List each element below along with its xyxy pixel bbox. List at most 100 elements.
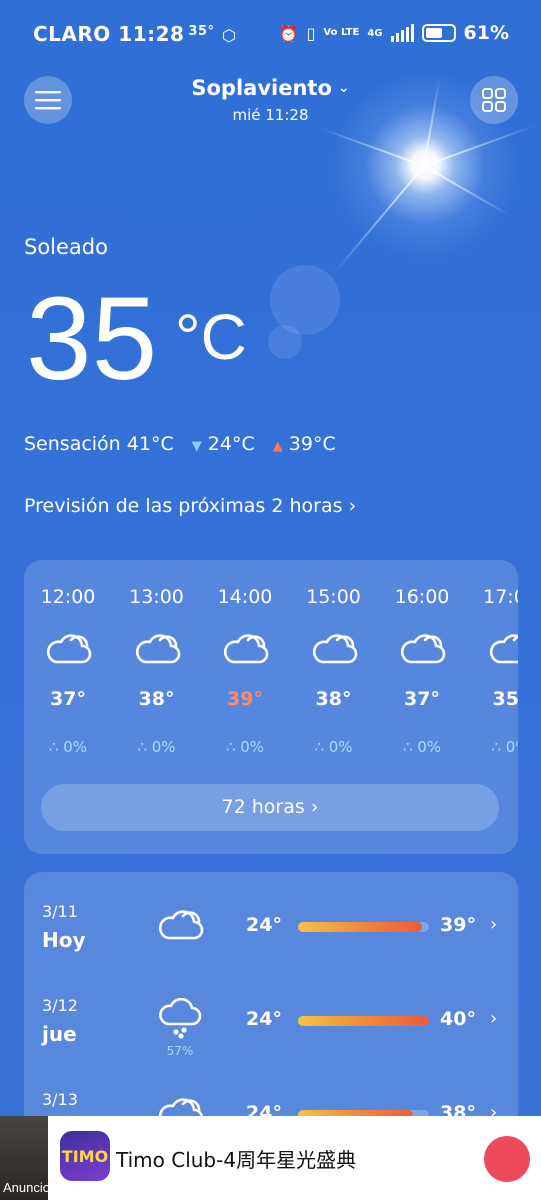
day-precip-chance: 57% — [166, 1044, 194, 1058]
ad-action-button[interactable] — [484, 1136, 530, 1182]
city-name: Soplaviento — [191, 76, 332, 100]
hour-time: 15:00 — [306, 586, 361, 608]
alarm-icon: ⏰ — [278, 23, 299, 43]
hour-column: 14:00 39° ∴ 0% — [201, 560, 289, 780]
hour-precip-value: 0% — [417, 738, 442, 756]
hour-precip: ∴ 0% — [113, 738, 201, 756]
current-condition: Soleado — [24, 235, 108, 259]
ad-banner[interactable]: Anuncios TIMO Timo Club-4周年星光盛典 — [0, 1116, 541, 1200]
hour-column: 15:00 38° ∴ 0% — [290, 560, 378, 780]
raindrops-icon: ∴ — [48, 738, 59, 756]
widgets-button[interactable] — [470, 76, 518, 124]
ad-title: Timo Club-4周年星光盛典 — [116, 1148, 357, 1172]
temp-range-fill — [298, 1016, 429, 1026]
hour-temp: 38° — [315, 688, 352, 710]
hour-time: 12:00 — [40, 586, 96, 608]
status-temp: 35° — [188, 24, 215, 39]
hour-precip-value: 0% — [328, 738, 353, 756]
hour-precip-value: 0% — [63, 738, 88, 756]
max-temp: 39°C — [288, 433, 336, 455]
current-temperature: 35 — [26, 273, 158, 405]
app-header: Soplaviento ⌄ mié 11:28 — [0, 72, 541, 132]
daily-forecast-card: 3/11Hoy24°39°›3/12jue57%24°40°›3/13vie24… — [24, 872, 518, 1132]
day-min-temp: 24° — [246, 1008, 282, 1030]
low-temp-icon: ▼ — [191, 439, 202, 454]
day-name: jue — [42, 1022, 77, 1046]
day-row[interactable]: 3/12 jue 57% 24° 40° › — [24, 974, 518, 1068]
partly-cloudy-icon — [133, 628, 181, 672]
lens-flare — [268, 325, 302, 359]
chevron-right-icon: › — [490, 914, 498, 935]
hour-column: 12:00 37° ∴ 0% — [24, 560, 112, 780]
rain-icon — [156, 997, 204, 1046]
forecast-link-label: Previsión de las próximas 2 horas — [24, 495, 343, 517]
chevron-right-icon: › — [310, 796, 319, 818]
hour-time: 17:00 — [483, 586, 518, 608]
partly-cloudy-icon — [487, 628, 518, 672]
ad-label: Anuncios — [3, 1180, 57, 1195]
vibrate-icon: ▯ — [306, 23, 316, 43]
hour-precip: ∴ 0% — [378, 738, 466, 756]
status-right: ⏰ ▯ Vo LTE 4G 61% — [279, 22, 509, 44]
battery-icon — [421, 24, 456, 42]
day-date: 3/11 — [42, 902, 78, 921]
temp-range-bar — [298, 922, 429, 932]
status-left: CLARO 11:28 35° ⬡ — [33, 22, 236, 46]
network-4g-indicator: 4G — [367, 27, 383, 39]
chevron-right-icon: › — [348, 495, 357, 517]
carrier: CLARO — [33, 22, 111, 46]
hour-precip-value: 0% — [151, 738, 176, 756]
partly-cloudy-icon — [44, 628, 92, 672]
72-hours-button[interactable]: 72 horas › — [41, 784, 499, 831]
temperature-details: Sensación 41°C ▼ 24°C ▲ 39°C — [24, 433, 336, 455]
hour-temp: 37° — [50, 688, 86, 710]
min-temp: 24°C — [207, 433, 255, 455]
hour-precip-value: 0% — [505, 738, 518, 756]
day-min-temp: 24° — [246, 914, 282, 936]
raindrops-icon: ∴ — [491, 738, 501, 756]
partly-cloudy-icon — [156, 904, 204, 948]
ad-thumbnail: Anuncios — [0, 1116, 56, 1200]
status-bar: CLARO 11:28 35° ⬡ ⏰ ▯ Vo LTE 4G 61% — [0, 0, 541, 68]
hour-column: 13:00 38° ∴ 0% — [113, 560, 201, 780]
city-selector[interactable]: Soplaviento ⌄ — [0, 76, 541, 100]
raindrops-icon: ∴ — [402, 738, 413, 756]
local-datetime: mié 11:28 — [232, 106, 309, 124]
hour-temp: 38° — [138, 688, 175, 710]
clock: 11:28 — [118, 22, 185, 46]
volte-indicator: Vo LTE — [323, 27, 360, 38]
day-max-temp: 39° — [440, 914, 476, 936]
hour-time: 14:00 — [217, 586, 273, 608]
hour-temp: 35° — [492, 688, 518, 710]
grid-icon — [482, 88, 506, 112]
day-row[interactable]: 3/11 Hoy 24° 39° › — [24, 880, 518, 974]
app-notification-icon: ⬡ — [222, 26, 237, 45]
temp-range-fill — [298, 922, 423, 932]
hours-button-label: 72 horas — [221, 796, 305, 818]
hour-temp: 37° — [404, 688, 440, 710]
ad-app-logo: TIMO — [60, 1131, 110, 1181]
hourly-forecast-card[interactable]: 12:00 37° ∴ 0% 13:00 38° ∴ 0% 14:00 39° ∴ 0% 15:0… — [24, 560, 518, 854]
high-temp-icon: ▲ — [272, 439, 283, 454]
hour-precip: ∴ 0% — [201, 738, 289, 756]
temperature-unit: °C — [175, 301, 247, 373]
partly-cloudy-icon — [310, 628, 358, 672]
partly-cloudy-icon — [221, 628, 269, 672]
day-name: Hoy — [42, 928, 86, 952]
hour-column: 16:00 37° ∴ 0% — [378, 560, 466, 780]
temp-range-bar — [298, 1016, 429, 1026]
day-date: 3/12 — [42, 996, 78, 1015]
hour-precip: ∴ 0% — [290, 738, 378, 756]
hour-temp: 39° — [227, 688, 263, 710]
two-hour-forecast-link[interactable]: Previsión de las próximas 2 horas › — [24, 495, 356, 517]
hour-time: 13:00 — [129, 586, 184, 608]
partly-cloudy-icon — [398, 628, 446, 672]
feels-like: Sensación 41°C — [24, 433, 174, 455]
chevron-down-icon: ⌄ — [337, 80, 350, 96]
battery-percent: 61% — [463, 22, 509, 44]
min-temp-group: ▼ 24°C — [192, 433, 255, 455]
day-date: 3/13 — [42, 1090, 78, 1109]
raindrops-icon: ∴ — [225, 738, 236, 756]
signal-icon — [390, 24, 414, 42]
raindrops-icon: ∴ — [137, 738, 147, 756]
